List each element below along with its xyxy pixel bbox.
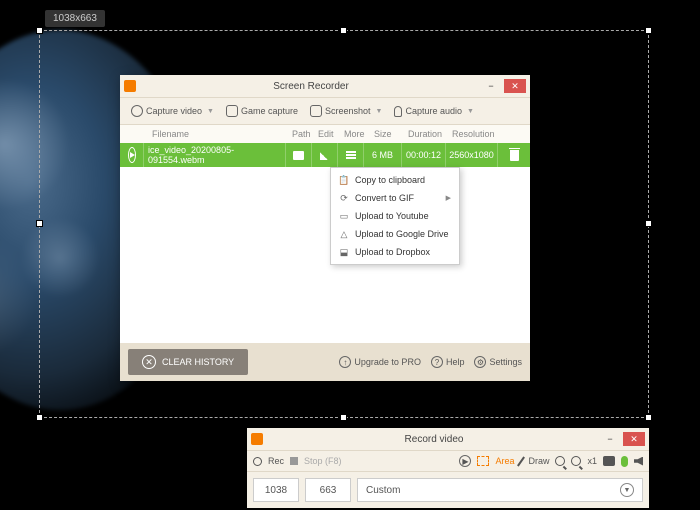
- youtube-icon: ▭: [339, 211, 349, 221]
- clear-history-button[interactable]: ✕CLEAR HISTORY: [128, 349, 248, 375]
- settings-link[interactable]: ⚙Settings: [474, 356, 522, 368]
- more-context-menu: 📋Copy to clipboard ⟳Convert to GIF▶ ▭Upl…: [330, 167, 460, 265]
- rv-toolbar: Rec Stop (F8) ▶ Area Draw x1: [247, 450, 649, 472]
- recording-row[interactable]: ice_video_20200805-091554.webm 6 MB 00:0…: [120, 143, 530, 167]
- header-duration: Duration: [406, 129, 450, 139]
- header-filename: Filename: [150, 129, 290, 139]
- chevron-down-icon: ▼: [376, 108, 383, 115]
- clear-icon: ✕: [142, 355, 156, 369]
- chevron-right-icon: ▶: [446, 194, 451, 202]
- more-button[interactable]: [338, 143, 364, 167]
- column-headers: Filename Path Edit More Size Duration Re…: [120, 125, 530, 143]
- path-button[interactable]: [286, 143, 312, 167]
- chevron-down-icon: ▼: [207, 108, 214, 115]
- gear-icon: ⚙: [474, 356, 486, 368]
- handle-tm[interactable]: [340, 27, 347, 34]
- header-path: Path: [290, 129, 316, 139]
- rv-titlebar[interactable]: Record video − ✕: [247, 428, 649, 450]
- titlebar[interactable]: Screen Recorder − ✕: [120, 75, 530, 97]
- chevron-down-icon: ▼: [620, 483, 634, 497]
- close-button[interactable]: ✕: [504, 79, 526, 93]
- handle-br[interactable]: [645, 414, 652, 421]
- menu-upload-youtube[interactable]: ▭Upload to Youtube: [331, 207, 459, 225]
- window-title: Screen Recorder: [142, 81, 480, 92]
- zoom-in-icon[interactable]: [571, 456, 581, 466]
- handle-bm[interactable]: [340, 414, 347, 421]
- upgrade-link[interactable]: ↑Upgrade to PRO: [339, 356, 421, 368]
- gdrive-icon: △: [339, 229, 349, 239]
- footer-bar: ✕CLEAR HISTORY ↑Upgrade to PRO ?Help ⚙Se…: [120, 343, 530, 381]
- menu-copy-clipboard[interactable]: 📋Copy to clipboard: [331, 171, 459, 189]
- gamepad-icon: [226, 105, 238, 117]
- zoom-level: x1: [587, 456, 597, 466]
- handle-tr[interactable]: [645, 27, 652, 34]
- dimensions-badge: 1038x663: [45, 10, 105, 27]
- handle-tl[interactable]: [36, 27, 43, 34]
- pencil-icon: [320, 150, 330, 160]
- screen-recorder-window: Screen Recorder − ✕ Capture video▼ Game …: [120, 75, 530, 381]
- area-icon: [477, 456, 489, 466]
- menu-icon: [346, 151, 356, 159]
- rv-window-title: Record video: [269, 434, 599, 445]
- record-icon: [131, 105, 143, 117]
- trash-icon: [510, 150, 519, 161]
- rv-close-button[interactable]: ✕: [623, 432, 645, 446]
- screenshot-button[interactable]: Screenshot▼: [305, 102, 387, 120]
- pencil-icon: [517, 456, 525, 466]
- preset-dropdown[interactable]: Custom▼: [357, 478, 643, 502]
- header-resolution: Resolution: [450, 129, 500, 139]
- microphone-icon[interactable]: [621, 456, 628, 467]
- header-edit: Edit: [316, 129, 342, 139]
- main-toolbar: Capture video▼ Game capture Screenshot▼ …: [120, 97, 530, 125]
- handle-mr[interactable]: [645, 220, 652, 227]
- app-logo: [251, 433, 263, 445]
- speaker-icon[interactable]: [634, 457, 643, 466]
- menu-upload-gdrive[interactable]: △Upload to Google Drive: [331, 225, 459, 243]
- capture-audio-button[interactable]: Capture audio▼: [389, 103, 478, 120]
- play-icon[interactable]: ▶: [459, 455, 471, 467]
- filename-cell: ice_video_20200805-091554.webm: [144, 143, 286, 167]
- stop-button[interactable]: Stop (F8): [304, 456, 342, 466]
- area-button[interactable]: Area: [495, 456, 514, 466]
- rv-dimension-inputs: 1038 663 Custom▼: [247, 472, 649, 508]
- duration-cell: 00:00:12: [402, 143, 446, 167]
- resolution-cell: 2560x1080: [446, 143, 498, 167]
- folder-icon: [293, 151, 304, 160]
- rec-button[interactable]: Rec: [268, 456, 284, 466]
- width-input[interactable]: 1038: [253, 478, 299, 502]
- stop-icon: [290, 457, 298, 465]
- recordings-list: 📋Copy to clipboard ⟳Convert to GIF▶ ▭Upl…: [120, 167, 530, 343]
- webcam-icon[interactable]: [603, 456, 615, 466]
- minimize-button[interactable]: −: [480, 79, 502, 93]
- record-icon: [253, 457, 262, 466]
- handle-bl[interactable]: [36, 414, 43, 421]
- chevron-down-icon: ▼: [467, 108, 474, 115]
- header-more: More: [342, 129, 372, 139]
- help-icon: ?: [431, 356, 443, 368]
- header-size: Size: [372, 129, 406, 139]
- edit-button[interactable]: [312, 143, 338, 167]
- delete-button[interactable]: [498, 143, 530, 167]
- convert-icon: ⟳: [339, 193, 349, 203]
- upgrade-icon: ↑: [339, 356, 351, 368]
- camera-icon: [310, 105, 322, 117]
- clipboard-icon: 📋: [339, 175, 349, 185]
- microphone-icon: [394, 106, 402, 117]
- draw-button[interactable]: Draw: [528, 456, 549, 466]
- capture-video-button[interactable]: Capture video▼: [126, 102, 219, 120]
- app-logo: [124, 80, 136, 92]
- record-video-window: Record video − ✕ Rec Stop (F8) ▶ Area Dr…: [247, 428, 649, 508]
- height-input[interactable]: 663: [305, 478, 351, 502]
- help-link[interactable]: ?Help: [431, 356, 465, 368]
- play-icon[interactable]: [128, 147, 136, 163]
- menu-upload-dropbox[interactable]: ⬓Upload to Dropbox: [331, 243, 459, 261]
- size-cell: 6 MB: [364, 143, 402, 167]
- dropbox-icon: ⬓: [339, 247, 349, 257]
- rv-minimize-button[interactable]: −: [599, 432, 621, 446]
- menu-convert-gif[interactable]: ⟳Convert to GIF▶: [331, 189, 459, 207]
- handle-ml[interactable]: [36, 220, 43, 227]
- game-capture-button[interactable]: Game capture: [221, 102, 303, 120]
- zoom-out-icon[interactable]: [555, 456, 565, 466]
